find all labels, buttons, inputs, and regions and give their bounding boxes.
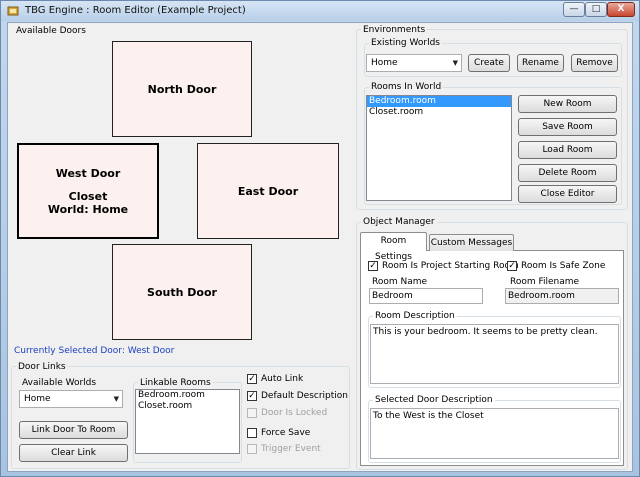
north-door[interactable]: North Door: [112, 41, 252, 137]
available-worlds-label: Available Worlds: [22, 378, 97, 388]
door-option-checkbox[interactable]: ✓ Default Description: [247, 391, 348, 401]
room-name-label: Room Name: [372, 277, 428, 287]
linkable-rooms-list[interactable]: Bedroom.room Closet.room: [135, 389, 240, 454]
checkbox-box: ✓: [247, 374, 257, 384]
south-door[interactable]: South Door: [112, 244, 252, 340]
main-window: TBG Engine : Room Editor (Example Projec…: [0, 0, 640, 477]
delete-room-button[interactable]: Delete Room: [518, 164, 617, 182]
door-option-checkbox: Trigger Event: [247, 444, 321, 454]
linkable-rooms-label: Linkable Rooms: [138, 378, 213, 388]
list-item[interactable]: Bedroom.room: [136, 390, 239, 401]
door-option-checkbox[interactable]: ✓ Auto Link: [247, 374, 303, 384]
room-description-input[interactable]: This is your bedroom. It seems to be pre…: [370, 324, 619, 384]
door-option-label: Force Save: [261, 428, 311, 438]
dropdown-arrow-icon: ▼: [113, 395, 119, 403]
safe-zone-checkbox[interactable]: ✓ Room Is Safe Zone: [507, 261, 605, 271]
checkbox-box: ✓: [507, 261, 517, 271]
rename-world-button[interactable]: Rename: [517, 54, 564, 72]
create-world-button[interactable]: Create: [468, 54, 510, 72]
client-area: Available Doors North Door West Door Clo…: [7, 22, 633, 472]
new-room-button[interactable]: New Room: [518, 95, 617, 113]
door-option-label: Default Description: [261, 391, 349, 401]
window-title: TBG Engine : Room Editor (Example Projec…: [25, 5, 246, 16]
room-filename-input[interactable]: Bedroom.room: [505, 288, 619, 304]
close-editor-button[interactable]: Close Editor: [518, 185, 617, 203]
maximize-button[interactable]: □: [585, 2, 607, 17]
door-option-label: Door Is Locked: [261, 408, 328, 418]
room-description-label: Room Description: [373, 311, 457, 321]
door-option-checkbox: Door Is Locked: [247, 408, 327, 418]
room-name-input[interactable]: Bedroom: [369, 288, 483, 304]
door-description-input[interactable]: To the West is the Closet: [370, 408, 619, 459]
door-option-checkbox[interactable]: Force Save: [247, 428, 310, 438]
list-item[interactable]: Bedroom.room: [367, 96, 511, 107]
existing-world-value: Home: [371, 58, 398, 68]
starting-room-checkbox[interactable]: ✓ Room Is Project Starting Room: [368, 261, 519, 271]
clear-link-button[interactable]: Clear Link: [19, 444, 128, 462]
app-icon: [7, 6, 19, 16]
tab-custom-messages[interactable]: Custom Messages: [429, 234, 514, 251]
door-description-label: Selected Door Description: [373, 395, 495, 405]
checkbox-box: ✓: [368, 261, 378, 271]
rooms-in-world-label: Rooms In World: [369, 82, 444, 92]
rooms-list[interactable]: Bedroom.room Closet.room: [366, 95, 512, 201]
close-button[interactable]: X: [607, 2, 635, 17]
north-door-title: North Door: [147, 82, 217, 96]
existing-worlds-dropdown[interactable]: Home ▼: [366, 54, 462, 72]
west-door-room: Closet: [68, 189, 108, 203]
list-item[interactable]: Closet.room: [367, 107, 511, 118]
minimize-button[interactable]: —: [563, 2, 585, 17]
title-bar[interactable]: TBG Engine : Room Editor (Example Projec…: [1, 1, 639, 21]
link-door-button[interactable]: Link Door To Room: [19, 421, 128, 439]
east-door[interactable]: East Door: [197, 143, 339, 239]
checkbox-box: [247, 408, 257, 418]
west-door[interactable]: West Door Closet World: Home: [17, 143, 159, 239]
east-door-title: East Door: [237, 184, 299, 198]
west-door-title: West Door: [55, 166, 121, 180]
checkbox-box: ✓: [247, 391, 257, 401]
checkbox-box: [247, 444, 257, 454]
object-manager-tabs: Room Settings Custom Messages: [360, 232, 624, 262]
available-doors-label: Available Doors: [14, 26, 88, 36]
tab-room-settings[interactable]: Room Settings: [360, 232, 427, 262]
existing-worlds-label: Existing Worlds: [369, 38, 442, 48]
south-door-title: South Door: [147, 285, 217, 299]
environments-label: Environments: [361, 25, 428, 35]
door-option-label: Trigger Event: [261, 444, 321, 454]
room-filename-label: Room Filename: [510, 277, 580, 287]
load-room-button[interactable]: Load Room: [518, 141, 617, 159]
west-door-world: World: Home: [47, 202, 129, 216]
object-manager-label: Object Manager: [361, 217, 437, 227]
list-item[interactable]: Closet.room: [136, 401, 239, 412]
save-room-button[interactable]: Save Room: [518, 118, 617, 136]
door-links-label: Door Links: [16, 362, 68, 372]
starting-room-label: Room Is Project Starting Room: [382, 261, 519, 271]
checkbox-box: [247, 428, 257, 438]
door-world-dropdown[interactable]: Home ▼: [19, 390, 123, 408]
door-option-label: Auto Link: [261, 374, 304, 384]
door-world-value: Home: [24, 394, 51, 404]
safe-zone-label: Room Is Safe Zone: [521, 261, 606, 271]
dropdown-arrow-icon: ▼: [452, 59, 458, 67]
currently-selected-door: Currently Selected Door: West Door: [14, 346, 175, 356]
remove-world-button[interactable]: Remove: [571, 54, 618, 72]
